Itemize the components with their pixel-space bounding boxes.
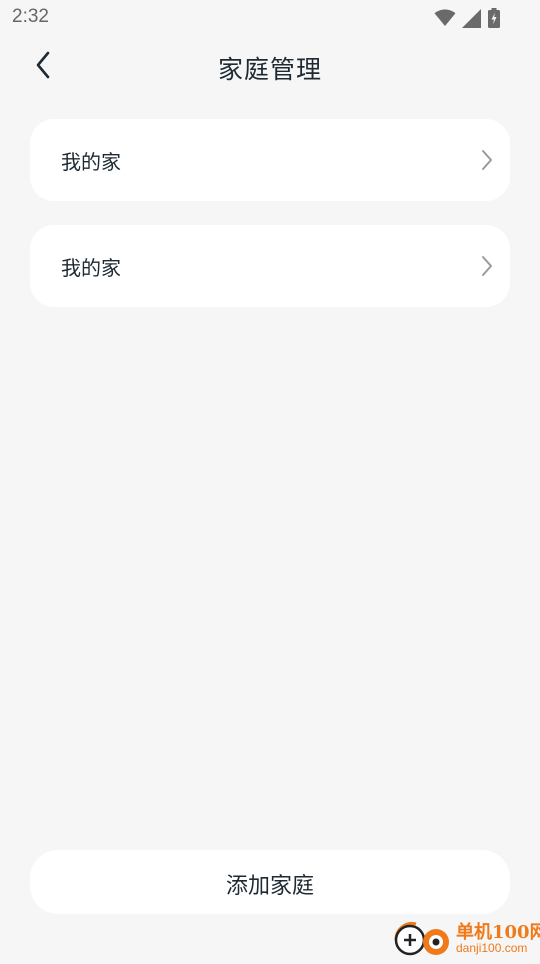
header: 家庭管理 [0,36,540,98]
watermark-url: danji100.com [456,941,528,955]
wifi-icon [434,9,456,27]
home-list-item[interactable]: 我的家 [30,119,510,201]
battery-charging-icon [488,8,500,28]
status-bar: 2:32 [0,0,540,36]
add-home-button[interactable]: 添加家庭 [30,850,510,914]
status-icons [434,7,500,29]
home-name: 我的家 [61,150,121,174]
watermark: 单机100网 danji100.com [390,916,540,960]
page-title: 家庭管理 [217,55,322,84]
chevron-right-icon [480,148,494,172]
home-list-item[interactable]: 我的家 [30,225,510,307]
signal-icon [462,8,482,28]
chevron-right-icon [480,254,494,278]
status-time: 2:32 [12,6,49,27]
home-name: 我的家 [61,256,121,280]
watermark-logo-icon [390,918,454,964]
add-home-label: 添加家庭 [225,874,314,899]
